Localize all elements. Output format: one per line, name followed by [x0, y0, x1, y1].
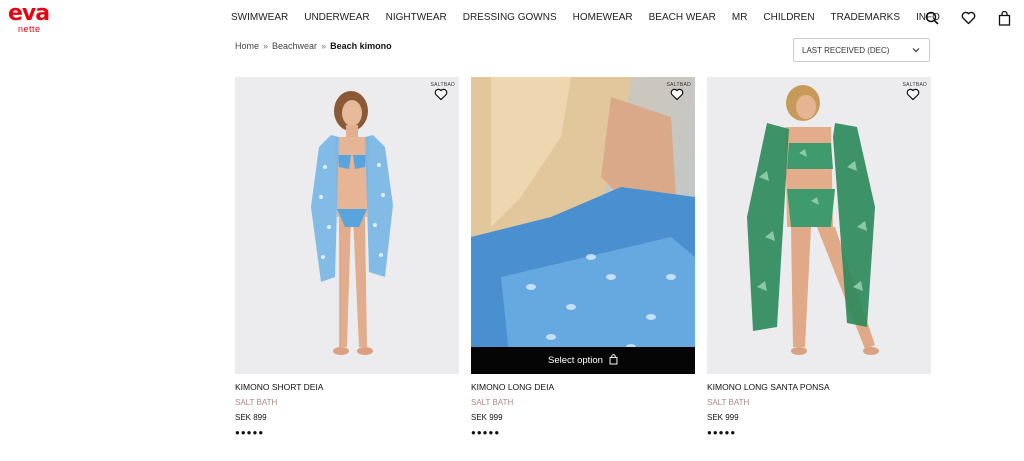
breadcrumb-separator: »: [263, 41, 269, 51]
product-card[interactable]: SALTBAD KIMONO LONG SANTA PONSA SALT BAT…: [707, 77, 931, 438]
select-option-label: Select option: [548, 355, 603, 366]
select-option-button[interactable]: Select option: [471, 347, 695, 374]
wishlist-heart-icon[interactable]: [904, 81, 922, 101]
nav-item-trademarks[interactable]: TRADEMARKS: [831, 12, 900, 24]
color-swatches[interactable]: ●●●●●: [471, 428, 695, 438]
breadcrumb-home[interactable]: Home: [235, 41, 259, 51]
product-name[interactable]: KIMONO LONG SANTA PONSA: [707, 382, 931, 393]
product-name[interactable]: KIMONO SHORT DEIA: [235, 382, 459, 393]
nav-item-underwear[interactable]: UNDERWEAR: [304, 12, 369, 24]
header-actions: [924, 10, 1012, 26]
product-image[interactable]: SALTBAD: [235, 77, 459, 374]
heart-icon[interactable]: [960, 10, 976, 26]
main-nav: SWIMWEAR UNDERWEAR NIGHTWEAR DRESSING GO…: [231, 12, 956, 24]
product-price: SEK 899: [235, 413, 267, 422]
search-icon[interactable]: [924, 10, 940, 26]
product-image[interactable]: SALTBAD: [707, 77, 931, 374]
logo-subtext: nette: [18, 24, 41, 34]
nav-item-homewear[interactable]: HOMEWEAR: [573, 12, 633, 24]
breadcrumb-current: Beach kimono: [330, 41, 392, 51]
nav-item-beach-wear[interactable]: BEACH WEAR: [649, 12, 716, 24]
product-brand: SALT BATH: [235, 398, 278, 407]
product-brand: SALT BATH: [471, 398, 514, 407]
logo-text: eva: [8, 1, 50, 26]
bag-icon: [609, 353, 618, 368]
logo[interactable]: eva nette: [8, 3, 58, 35]
product-image[interactable]: SALTBAD Select option: [471, 77, 695, 374]
nav-item-swimwear[interactable]: SWIMWEAR: [231, 12, 288, 24]
product-price: SEK 999: [707, 413, 739, 422]
nav-item-dressing-gowns[interactable]: DRESSING GOWNS: [463, 12, 557, 24]
breadcrumb: Home » Beachwear » Beach kimono: [235, 41, 392, 51]
product-card[interactable]: SALTBAD KIMONO SHORT DEIA SALT BATH SEK …: [235, 77, 459, 438]
nav-item-children[interactable]: CHILDREN: [763, 12, 814, 24]
product-brand: SALT BATH: [707, 398, 750, 407]
color-swatches[interactable]: ●●●●●: [707, 428, 931, 438]
chevron-down-icon: [911, 45, 921, 57]
breadcrumb-beachwear[interactable]: Beachwear: [272, 41, 317, 51]
product-price: SEK 999: [471, 413, 503, 422]
sort-select[interactable]: LAST RECEIVED (DEC): [793, 38, 930, 62]
product-card[interactable]: SALTBAD Select option KIMONO LONG DEIA S…: [471, 77, 695, 438]
color-swatches[interactable]: ●●●●●: [235, 428, 459, 438]
nav-item-mr[interactable]: MR: [732, 12, 748, 24]
nav-item-nightwear[interactable]: NIGHTWEAR: [386, 12, 447, 24]
breadcrumb-separator: »: [321, 41, 327, 51]
sort-selected-value: LAST RECEIVED (DEC): [802, 46, 890, 55]
wishlist-heart-icon[interactable]: [432, 81, 450, 101]
product-name[interactable]: KIMONO LONG DEIA: [471, 382, 695, 393]
wishlist-heart-icon[interactable]: [668, 81, 686, 101]
bag-icon[interactable]: [996, 10, 1012, 26]
